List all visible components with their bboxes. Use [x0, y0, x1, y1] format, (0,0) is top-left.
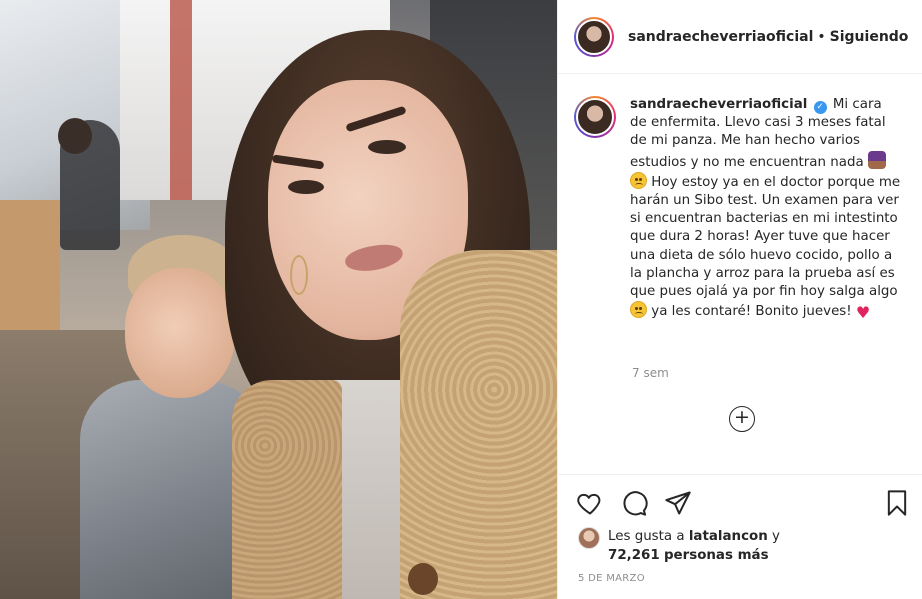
- following-button[interactable]: Siguiendo: [830, 29, 909, 45]
- caption-text-part: Hoy estoy ya en el doctor porque me hará…: [630, 174, 901, 300]
- caption-username[interactable]: sandraecheverriaoficial: [630, 97, 807, 112]
- worried-face-emoji-icon: [630, 301, 647, 319]
- photo-earring: [290, 255, 308, 295]
- photo-sherpa-coat: [232, 380, 342, 599]
- save-button[interactable]: [883, 489, 911, 517]
- comment-button[interactable]: [620, 489, 648, 517]
- likes-text: Les gusta a latalancon y 72,261 personas…: [608, 527, 780, 565]
- photo-eye: [368, 140, 406, 154]
- likes-prefix: Les gusta a: [608, 529, 685, 544]
- photo-coat-button: [408, 563, 438, 595]
- verified-badge-icon: ✓: [813, 101, 827, 114]
- like-button[interactable]: [576, 489, 604, 517]
- likes-count[interactable]: 72,261: [608, 548, 660, 563]
- photo-child-face: [125, 268, 235, 398]
- caption-text-part: ya les contaré! Bonito jueves!: [651, 304, 852, 320]
- likes-suffix[interactable]: personas más: [664, 548, 769, 563]
- photo-background-frame: [170, 0, 192, 200]
- header-separator: •: [817, 28, 826, 45]
- post-actions-section: Les gusta a latalancon y 72,261 personas…: [558, 474, 922, 599]
- post-side-panel: sandraecheverriaoficial • Siguiendo sand…: [557, 0, 922, 599]
- person-shrugging-emoji-icon: [867, 150, 886, 169]
- avatar-image: [576, 98, 614, 136]
- avatar[interactable]: [574, 16, 614, 57]
- photo-sherpa-coat: [400, 250, 557, 599]
- caption-avatar[interactable]: [574, 96, 616, 138]
- bookmark-icon: [887, 490, 907, 516]
- post-date[interactable]: 5 DE MARZO: [578, 573, 645, 584]
- liker-avatar[interactable]: [578, 527, 600, 549]
- likes-conjunction: y: [772, 529, 780, 544]
- heart-outline-icon: [577, 493, 601, 515]
- share-button[interactable]: [664, 489, 692, 517]
- caption-timestamp[interactable]: 7 sem: [632, 366, 669, 380]
- comment-bubble-icon: [623, 491, 648, 516]
- post-photo[interactable]: [0, 0, 557, 599]
- load-more-comments-button[interactable]: +: [729, 406, 755, 432]
- caption-text: sandraecheverriaoficial ✓ Mi cara de enf…: [630, 96, 902, 322]
- avatar-image: [576, 18, 612, 55]
- slightly-frowning-face-emoji-icon: [630, 171, 647, 189]
- liker-username[interactable]: latalancon: [689, 529, 768, 544]
- red-heart-emoji-icon: ♥: [855, 303, 871, 323]
- photo-background-person-head: [58, 118, 92, 154]
- plus-icon: +: [734, 406, 750, 428]
- photo-eye: [288, 180, 324, 194]
- post-caption: sandraecheverriaoficial ✓ Mi cara de enf…: [574, 96, 910, 322]
- post-header: sandraecheverriaoficial • Siguiendo: [558, 0, 922, 74]
- likes-summary: Les gusta a latalancon y 72,261 personas…: [578, 527, 780, 565]
- header-username[interactable]: sandraecheverriaoficial: [628, 29, 813, 45]
- paper-plane-icon: [665, 491, 691, 515]
